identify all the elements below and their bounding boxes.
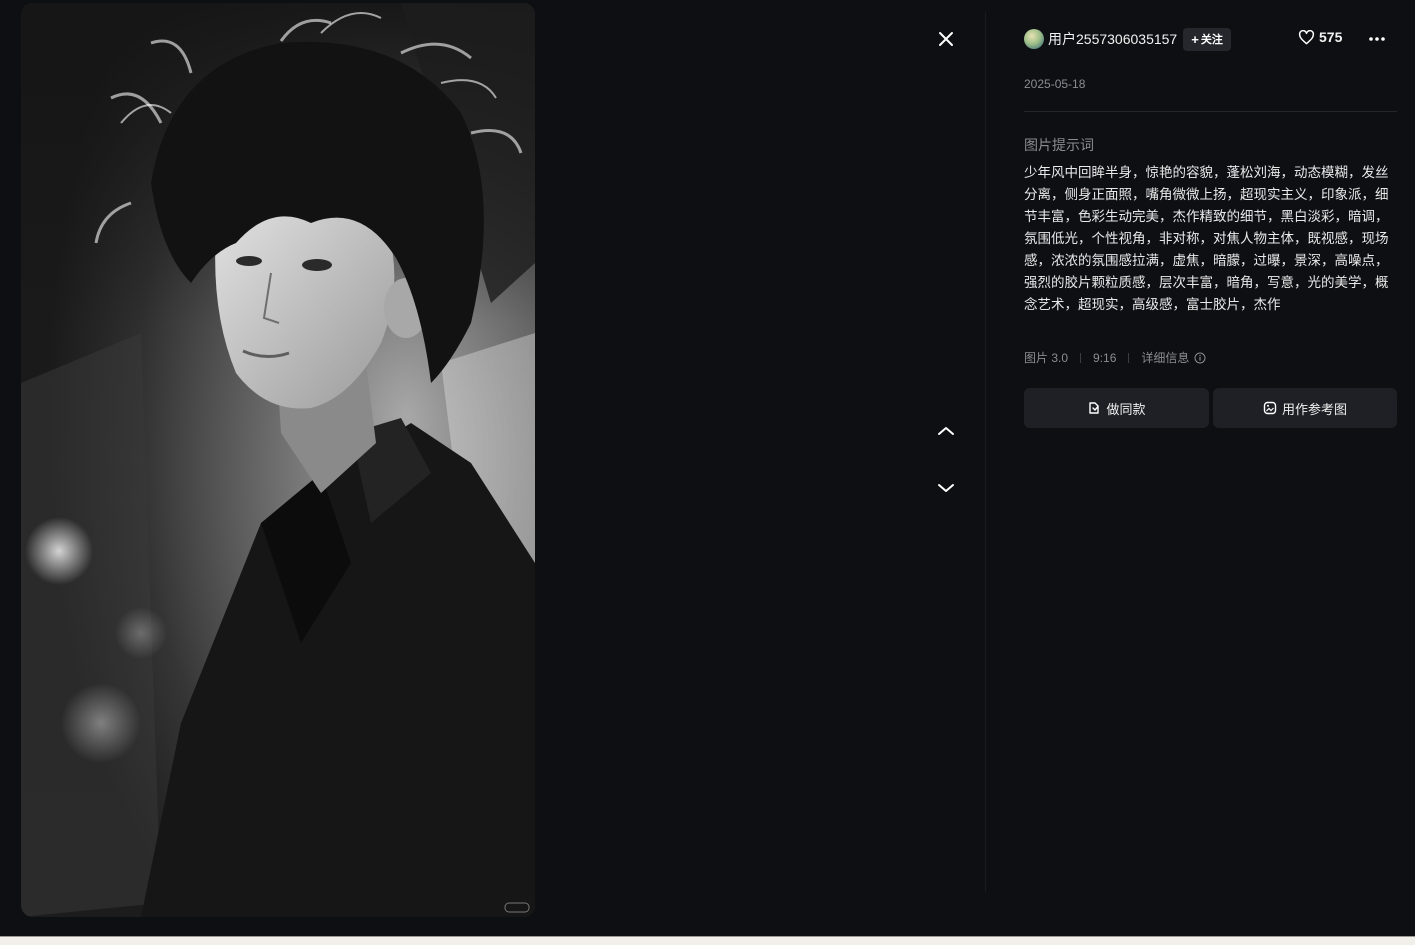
use-as-reference-button[interactable]: 用作参考图 xyxy=(1213,388,1397,428)
follow-label: 关注 xyxy=(1200,34,1223,46)
next-image-button[interactable] xyxy=(932,474,960,502)
author-row: 用户2557306035157 + 关注 575 xyxy=(1024,26,1397,52)
previous-image-button[interactable] xyxy=(932,417,960,445)
like-count: 575 xyxy=(1319,29,1343,45)
plus-icon: + xyxy=(1191,31,1199,47)
meta-row: 图片 3.0 9:16 详细信息 xyxy=(1024,349,1206,366)
like-button[interactable]: 575 xyxy=(1298,29,1342,45)
make-same-label: 做同款 xyxy=(1106,401,1146,417)
chevron-down-icon xyxy=(938,484,954,492)
prompt-text: 少年风中回眸半身，惊艳的容貌，蓬松刘海，动态模糊，发丝分离，侧身正面照，嘴角微微… xyxy=(1024,165,1389,312)
panel-divider xyxy=(985,12,986,892)
remix-icon xyxy=(1089,402,1100,414)
generated-image[interactable] xyxy=(21,3,535,917)
avatar[interactable] xyxy=(1024,29,1044,49)
more-options-button[interactable] xyxy=(1368,26,1386,52)
publish-date: 2025-05-18 xyxy=(1024,77,1086,91)
meta-separator xyxy=(1128,352,1130,363)
portrait-image xyxy=(21,3,535,917)
image-icon xyxy=(1263,401,1277,415)
follow-button[interactable]: + 关注 xyxy=(1183,27,1231,51)
model-label: 图片 3.0 xyxy=(1024,351,1069,365)
close-button[interactable] xyxy=(932,25,960,53)
details-link[interactable]: 详细信息 xyxy=(1141,349,1206,366)
aspect-ratio: 9:16 xyxy=(1093,350,1117,365)
heart-icon xyxy=(1298,29,1315,44)
chevron-up-icon xyxy=(938,427,954,435)
action-row: 做同款 用作参考图 xyxy=(1024,388,1397,428)
more-dots-icon xyxy=(1369,37,1385,41)
info-icon xyxy=(1194,352,1206,363)
prompt-title: 图片提示词 xyxy=(1024,137,1094,153)
details-label: 详细信息 xyxy=(1141,351,1190,365)
use-as-reference-label: 用作参考图 xyxy=(1281,401,1347,417)
section-divider xyxy=(1024,111,1397,112)
author-username[interactable]: 用户2557306035157 xyxy=(1048,29,1177,49)
meta-separator xyxy=(1080,352,1082,363)
make-same-button[interactable]: 做同款 xyxy=(1024,388,1209,428)
close-icon xyxy=(939,32,953,46)
